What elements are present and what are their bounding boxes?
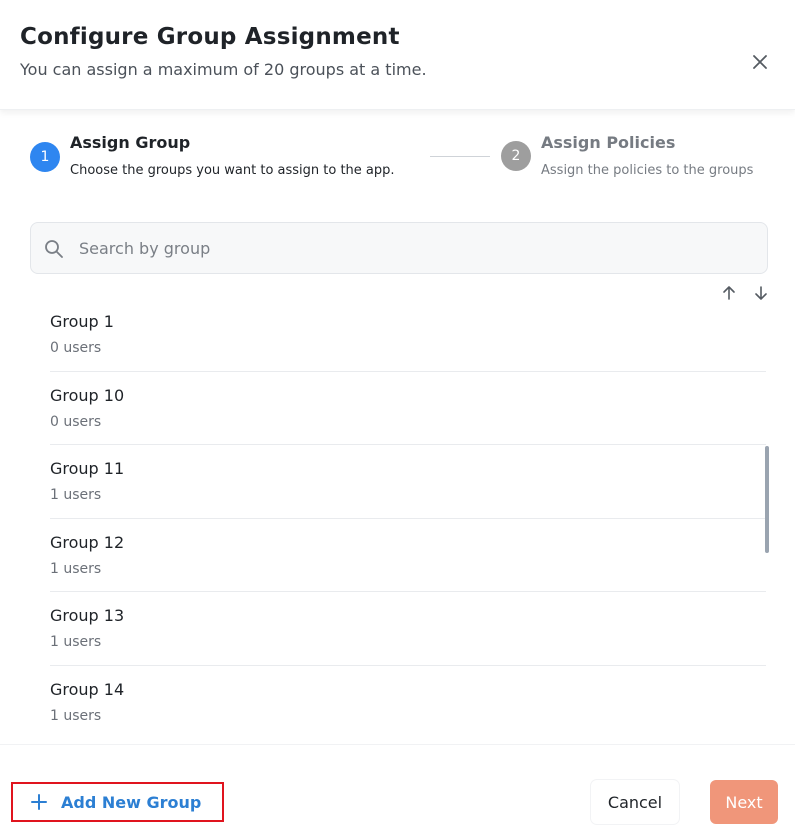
dialog-subtitle: You can assign a maximum of 20 groups at… [20,60,427,79]
list-item[interactable]: Group 12 1 users [50,519,766,593]
next-button[interactable]: Next [710,780,778,824]
group-user-count: 1 users [50,634,102,651]
list-item[interactable]: Group 10 0 users [50,372,766,446]
group-user-count: 0 users [50,413,102,430]
search-icon [43,238,65,260]
list-item[interactable]: Group 14 1 users [50,666,766,722]
group-name: Group 1 [50,312,114,331]
list-item[interactable]: Group 13 1 users [50,592,766,666]
group-name: Group 11 [50,459,125,479]
search-input[interactable] [79,233,749,263]
dialog-header: Configure Group Assignment You can assig… [0,0,795,110]
cancel-button[interactable]: Cancel [591,780,679,824]
step-2-title: Assign Policies [541,133,676,152]
stepper: 1 Assign Group Choose the groups you wan… [0,120,795,200]
group-name: Group 10 [50,385,125,405]
group-user-count: 0 users [50,340,102,356]
scrollbar-thumb[interactable] [765,446,769,553]
group-name: Group 13 [50,606,125,626]
step-1-description: Choose the groups you want to assign to … [70,163,395,178]
add-new-group-label: Add New Group [61,793,202,812]
step-connector [430,156,490,157]
group-user-count: 1 users [50,707,102,722]
list-item[interactable]: Group 1 0 users [50,298,766,372]
step-1-number: 1 [30,142,60,172]
search-box [30,222,768,274]
close-icon[interactable] [748,50,772,74]
list-item[interactable]: Group 11 1 users [50,445,766,519]
step-2-description: Assign the policies to the groups [541,163,754,178]
group-name: Group 14 [50,679,125,699]
step-2-number: 2 [501,141,531,171]
step-1-title: Assign Group [70,133,191,152]
add-new-group-button[interactable]: Add New Group [11,782,224,822]
dialog-title: Configure Group Assignment [20,24,400,50]
plus-icon [30,793,48,811]
group-name: Group 12 [50,532,125,552]
footer-divider [0,744,795,745]
group-list: Group 1 0 users Group 10 0 users Group 1… [50,298,766,722]
group-user-count: 1 users [50,487,102,504]
group-user-count: 1 users [50,560,102,577]
